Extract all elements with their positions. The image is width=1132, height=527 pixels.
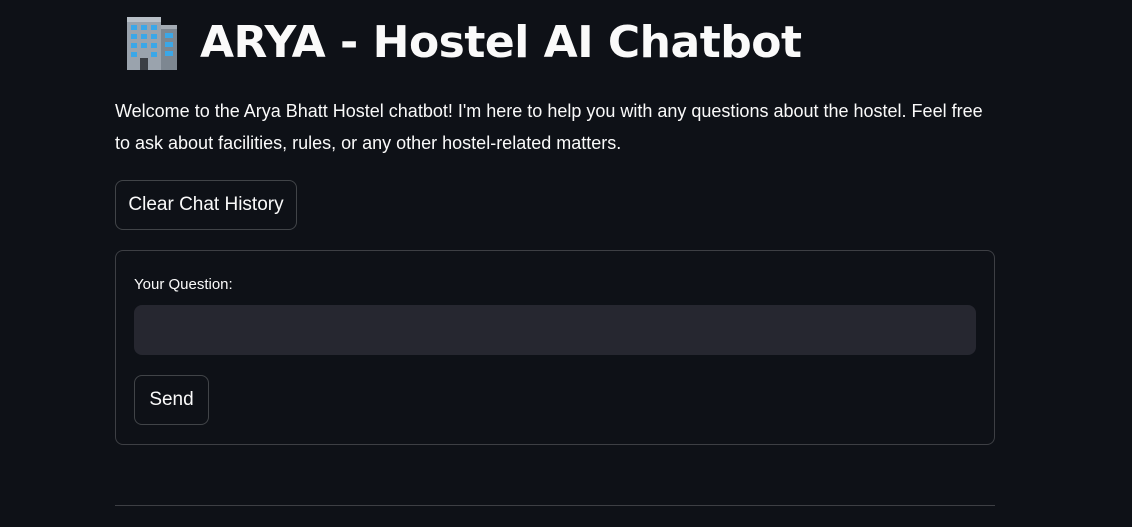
send-button[interactable]: Send bbox=[134, 375, 209, 425]
divider bbox=[115, 505, 995, 506]
welcome-text: Welcome to the Arya Bhatt Hostel chatbot… bbox=[115, 101, 983, 153]
question-label: Your Question: bbox=[134, 276, 233, 293]
question-form: Your Question: Send bbox=[115, 250, 995, 445]
clear-chat-history-button[interactable]: Clear Chat History bbox=[115, 180, 297, 230]
question-input[interactable] bbox=[134, 305, 976, 355]
page-title: ARYA - Hostel AI Chatbot bbox=[200, 17, 802, 68]
chatbot-page: ARYA - Hostel AI Chatbot Welcome to the … bbox=[0, 0, 1132, 527]
office-building-icon bbox=[127, 17, 177, 70]
page-header: ARYA - Hostel AI Chatbot bbox=[122, 12, 802, 74]
